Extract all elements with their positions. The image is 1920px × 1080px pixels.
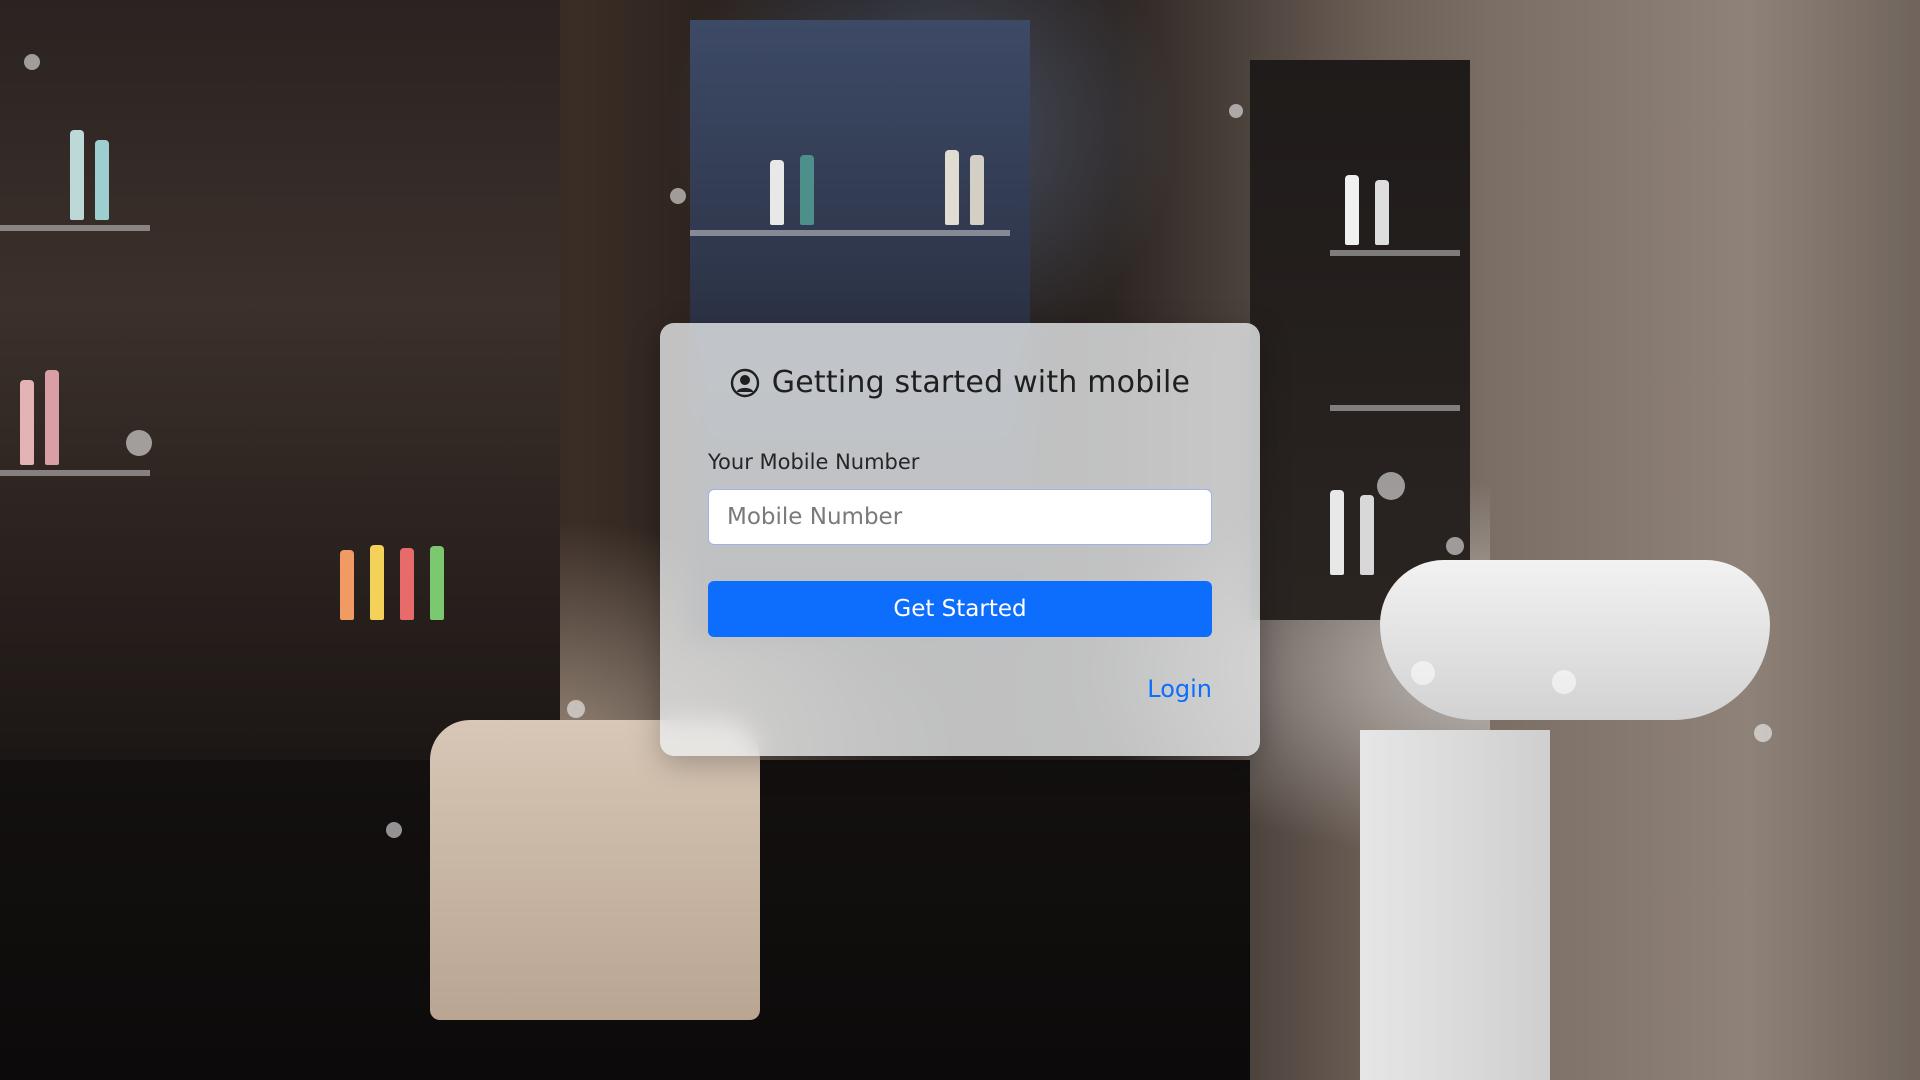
background-product-bottle xyxy=(800,155,814,225)
login-link[interactable]: Login xyxy=(1147,675,1212,703)
background-bokeh-dot xyxy=(386,822,402,838)
background-sink-stand xyxy=(1360,730,1550,1080)
background-product-bottle xyxy=(1360,495,1374,575)
background-product-bottle xyxy=(370,545,384,620)
background-shelf xyxy=(1330,250,1460,256)
background-product-bottle xyxy=(340,550,354,620)
background-bokeh-dot xyxy=(1446,537,1464,555)
background-product-bottle xyxy=(70,130,84,220)
background-product-bottle xyxy=(1375,180,1389,245)
background-product-bottle xyxy=(20,380,34,465)
background-bokeh-dot xyxy=(24,54,40,70)
background-product-bottle xyxy=(970,155,984,225)
mobile-number-label: Your Mobile Number xyxy=(708,450,920,474)
background-bokeh-dot xyxy=(1552,670,1576,694)
background-bokeh-dot xyxy=(126,430,152,456)
background-bokeh-dot xyxy=(1229,104,1243,118)
background-product-bottle xyxy=(400,548,414,620)
card-title-text: Getting started with mobile xyxy=(771,365,1191,400)
background-product-bottle xyxy=(945,150,959,225)
background-bokeh-dot xyxy=(1377,472,1405,500)
background-product-bottle xyxy=(430,546,444,620)
background-mirror-left xyxy=(0,0,560,760)
background-product-bottle xyxy=(1330,490,1344,575)
background-wall xyxy=(1490,0,1920,1080)
background-shelf xyxy=(1330,405,1460,411)
mobile-signup-card: Getting started with mobile Your Mobile … xyxy=(660,323,1260,756)
background-wash-basin xyxy=(1380,560,1770,720)
background-shelf xyxy=(0,225,150,231)
background-product-bottle xyxy=(95,140,109,220)
get-started-button[interactable]: Get Started xyxy=(708,581,1212,637)
card-title: Getting started with mobile xyxy=(660,365,1260,400)
background-bokeh-dot xyxy=(567,700,585,718)
mobile-number-input[interactable] xyxy=(708,489,1212,545)
background-shelf xyxy=(0,470,150,476)
background-bokeh-dot xyxy=(1411,661,1435,685)
background-shelf xyxy=(690,230,1010,236)
background-product-bottle xyxy=(770,160,784,225)
background-bokeh-dot xyxy=(1754,724,1772,742)
user-circle-icon xyxy=(730,368,760,398)
background-product-bottle xyxy=(45,370,59,465)
background-salon-chair xyxy=(430,720,760,1020)
background-bokeh-dot xyxy=(670,188,686,204)
background-product-bottle xyxy=(1345,175,1359,245)
